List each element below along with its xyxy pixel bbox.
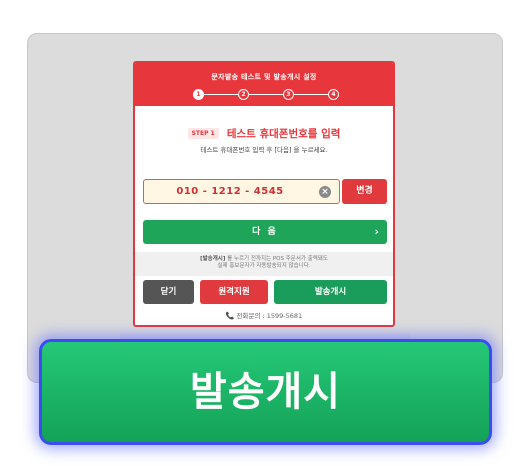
step-connector <box>249 94 283 95</box>
close-button[interactable]: 닫기 <box>143 280 194 304</box>
notice-line-2: 실제 홍보문자가 자동발송되지 않습니다. <box>217 263 311 269</box>
dialog-header: 문자발송 테스트 및 발송개시 설정 1 2 3 4 <box>135 63 393 106</box>
clear-icon[interactable]: × <box>319 186 331 198</box>
step-connector <box>294 94 328 95</box>
dialog-title: 문자발송 테스트 및 발송개시 설정 <box>211 73 317 81</box>
notice-box: [발송개시] 를 누르기 전까지는 POS 주문서가 출력돼도 실제 홍보문자가… <box>135 252 393 276</box>
step-dot-2: 2 <box>238 89 249 100</box>
contact-info: 📞 전화문의 : 1599-5681 <box>135 310 393 320</box>
start-sending-callout-button[interactable]: 발송개시 <box>39 339 492 445</box>
step-dot-1: 1 <box>193 89 204 100</box>
notice-line-1: [발송개시] 를 누르기 전까지는 POS 주문서가 출력돼도 <box>135 256 393 263</box>
remote-support-button[interactable]: 원격지원 <box>200 280 268 304</box>
start-sending-button[interactable]: 발송개시 <box>274 280 387 304</box>
sms-test-dialog: 문자발송 테스트 및 발송개시 설정 1 2 3 4 STEP 1 테스트 휴대… <box>133 61 395 327</box>
dialog-actions: 닫기 원격지원 발송개시 <box>143 280 387 304</box>
step-dot-3: 3 <box>283 89 294 100</box>
phone-number-value: 010 - 1212 - 4545 <box>176 186 284 197</box>
phone-number-field[interactable]: 010 - 1212 - 4545 × <box>143 179 340 204</box>
step-heading: 테스트 휴대폰번호를 입력 <box>226 128 341 140</box>
next-button-label: 다 음 <box>252 227 278 237</box>
next-button[interactable]: 다 음 › <box>143 220 387 244</box>
step-indicator: 1 2 3 4 <box>193 89 339 100</box>
notice-emphasis: [발송개시] <box>200 256 226 262</box>
chevron-right-icon: › <box>374 225 379 238</box>
step-connector <box>204 94 238 95</box>
step-title-row: STEP 1 테스트 휴대폰번호를 입력 <box>135 123 393 142</box>
step-description: 테스트 휴대폰번호 입력 후 [다음] 을 누르세요. <box>200 146 328 154</box>
phone-input-row: 010 - 1212 - 4545 × 변경 <box>143 179 387 204</box>
change-button[interactable]: 변경 <box>342 179 387 204</box>
phone-icon: 📞 <box>225 312 235 320</box>
step-dot-4: 4 <box>328 89 339 100</box>
contact-text: 전화문의 : 1599-5681 <box>236 312 303 320</box>
step-badge: STEP 1 <box>187 128 219 139</box>
notice-line-1-text: 를 누르기 전까지는 POS 주문서가 출력돼도 <box>225 256 328 262</box>
